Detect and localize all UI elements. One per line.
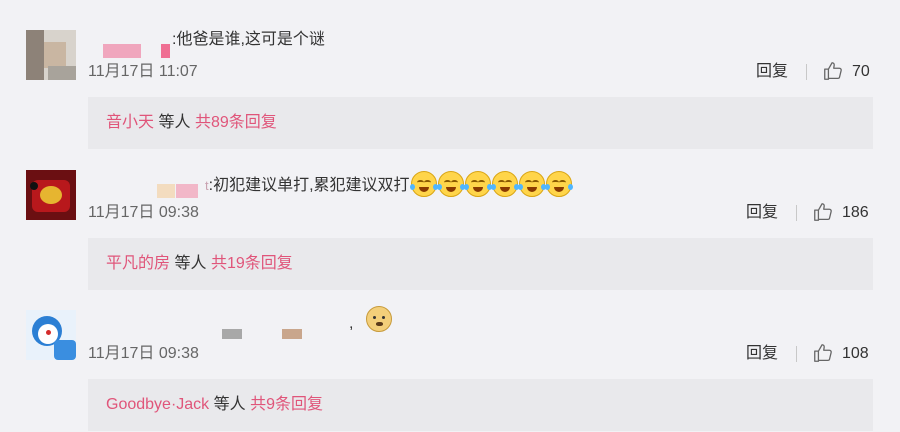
comment-timestamp: 11月17日 09:38 bbox=[88, 345, 199, 362]
thumbs-up-icon[interactable] bbox=[812, 342, 834, 364]
doge-emoji-icon bbox=[366, 306, 392, 332]
username-blurred[interactable] bbox=[222, 329, 242, 339]
reply-total-link[interactable]: 共9条回复 bbox=[250, 396, 323, 413]
reply-summary-box[interactable]: Goodbye·Jack 等人 共9条回复 bbox=[88, 379, 873, 431]
username-blurred[interactable] bbox=[282, 329, 302, 339]
avatar[interactable] bbox=[26, 310, 76, 360]
reply-button[interactable]: 回复 bbox=[746, 344, 778, 364]
reply-users-link[interactable]: Goodbye·Jack bbox=[106, 396, 209, 413]
reply-etc-label: 等人 bbox=[213, 396, 246, 413]
divider bbox=[796, 346, 797, 362]
comment-3: , 11月17日 09:38 回复 108 Goodbye·Jack 等人 共9… bbox=[0, 0, 900, 432]
like-count: 108 bbox=[842, 345, 869, 362]
comment-text: , bbox=[349, 315, 354, 332]
